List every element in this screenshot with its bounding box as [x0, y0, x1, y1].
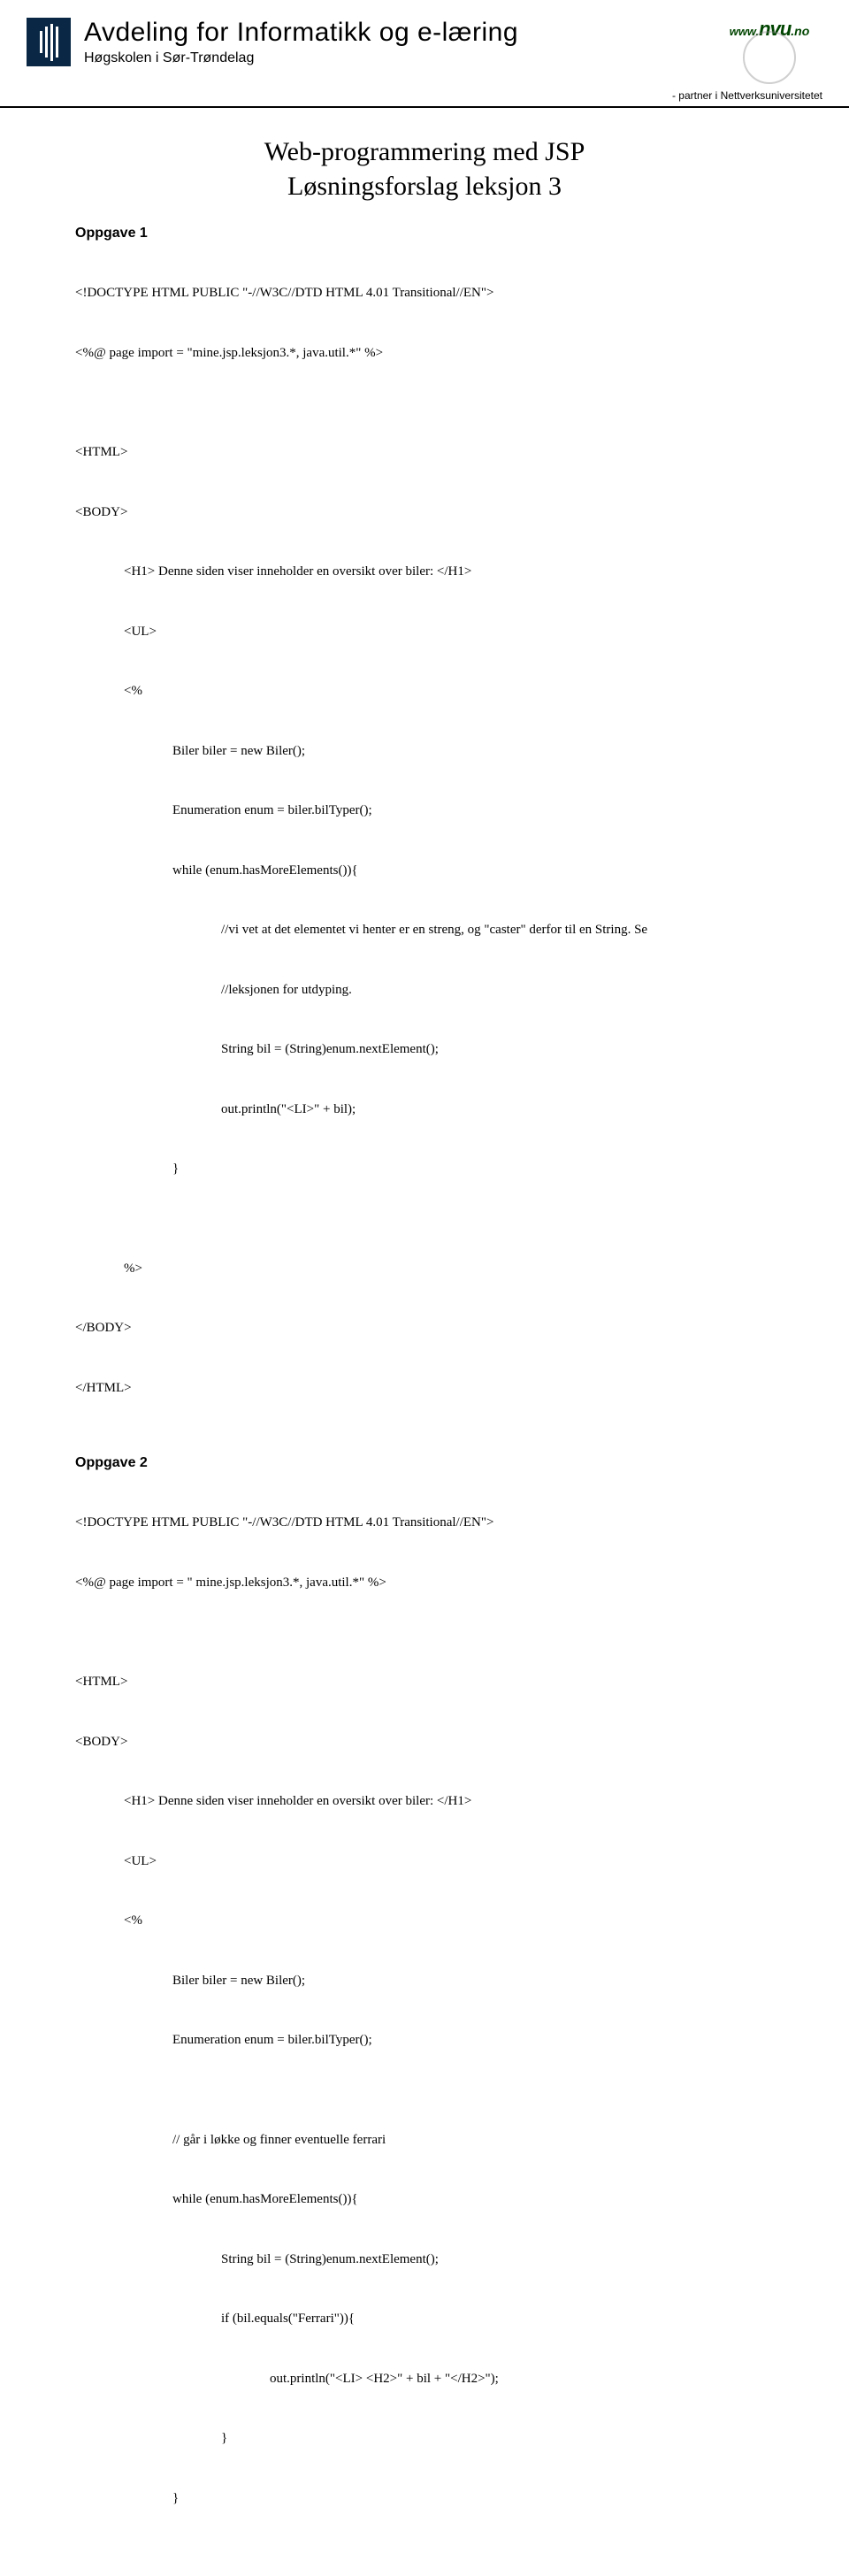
code-line: <HTML> — [75, 1672, 774, 1692]
partner-text: - partner i Nettverksuniversitetet — [672, 89, 822, 102]
code-line: <% — [75, 1911, 774, 1931]
code-line: <!DOCTYPE HTML PUBLIC "-//W3C//DTD HTML … — [75, 1513, 774, 1533]
code-line: <UL> — [75, 1852, 774, 1872]
code-line: <H1> Denne siden viser inneholder en ove… — [75, 1791, 774, 1812]
code-line: while (enum.hasMoreElements()){ — [75, 861, 774, 881]
header-right: www.nvu.no — [716, 18, 822, 97]
document-content: Web-programmering med JSP Løsningsforsla… — [0, 108, 849, 2576]
code-line: </HTML> — [75, 1378, 774, 1399]
code-line: // går i løkke og finner eventuelle ferr… — [75, 2130, 774, 2150]
code-line: } — [75, 1159, 774, 1179]
oppgave-1-heading: Oppgave 1 — [75, 226, 774, 242]
code-line: } — [75, 2428, 774, 2449]
code-line: <UL> — [75, 622, 774, 642]
oppgave-1-code: <!DOCTYPE HTML PUBLIC "-//W3C//DTD HTML … — [75, 243, 774, 1438]
department-name: Avdeling for Informatikk og e-læring — [84, 18, 518, 48]
code-line: <BODY> — [75, 1732, 774, 1752]
code-line: Biler biler = new Biler(); — [75, 741, 774, 762]
code-line: <% — [75, 681, 774, 702]
code-line: <%@ page import = " mine.jsp.leksjon3.*,… — [75, 1573, 774, 1593]
code-line: </BODY> — [75, 1318, 774, 1338]
code-line: String bil = (String)enum.nextElement(); — [75, 1039, 774, 1060]
code-line: <%@ page import = "mine.jsp.leksjon3.*, … — [75, 343, 774, 364]
oppgave-2-heading: Oppgave 2 — [75, 1455, 774, 1471]
code-line: %> — [75, 1259, 774, 1279]
seal-icon — [743, 31, 796, 84]
nvu-tld: .no — [791, 24, 809, 38]
code-line: <!DOCTYPE HTML PUBLIC "-//W3C//DTD HTML … — [75, 283, 774, 303]
code-line: Biler biler = new Biler(); — [75, 1971, 774, 1991]
code-line: <H1> Denne siden viser inneholder en ove… — [75, 562, 774, 582]
code-line: out.println("<LI> <H2>" + bil + "</H2>")… — [75, 2369, 774, 2389]
code-line: Enumeration enum = biler.bilTyper(); — [75, 801, 774, 821]
code-line: //leksjonen for utdyping. — [75, 980, 774, 1000]
title-line-2: Løsningsforslag leksjon 3 — [287, 172, 562, 201]
code-line: <HTML> — [75, 442, 774, 463]
school-logo-icon — [27, 18, 71, 66]
code-line: } — [75, 2488, 774, 2509]
oppgave-2-code: <!DOCTYPE HTML PUBLIC "-//W3C//DTD HTML … — [75, 1473, 774, 2576]
code-line: out.println("<LI>" + bil); — [75, 1100, 774, 1120]
code-line: <BODY> — [75, 502, 774, 523]
code-line: String bil = (String)enum.nextElement(); — [75, 2250, 774, 2270]
header-left: Avdeling for Informatikk og e-læring Høg… — [27, 18, 518, 66]
header-text: Avdeling for Informatikk og e-læring Høg… — [84, 18, 518, 66]
code-line: while (enum.hasMoreElements()){ — [75, 2189, 774, 2210]
title-line-1: Web-programmering med JSP — [264, 137, 585, 166]
code-line: Enumeration enum = biler.bilTyper(); — [75, 2030, 774, 2051]
page-header: Avdeling for Informatikk og e-læring Høg… — [0, 0, 849, 108]
document-title: Web-programmering med JSP Løsningsforsla… — [75, 134, 774, 203]
code-line: if (bil.equals("Ferrari")){ — [75, 2309, 774, 2329]
school-name: Høgskolen i Sør-Trøndelag — [84, 50, 518, 66]
code-line: //vi vet at det elementet vi henter er e… — [75, 920, 774, 940]
